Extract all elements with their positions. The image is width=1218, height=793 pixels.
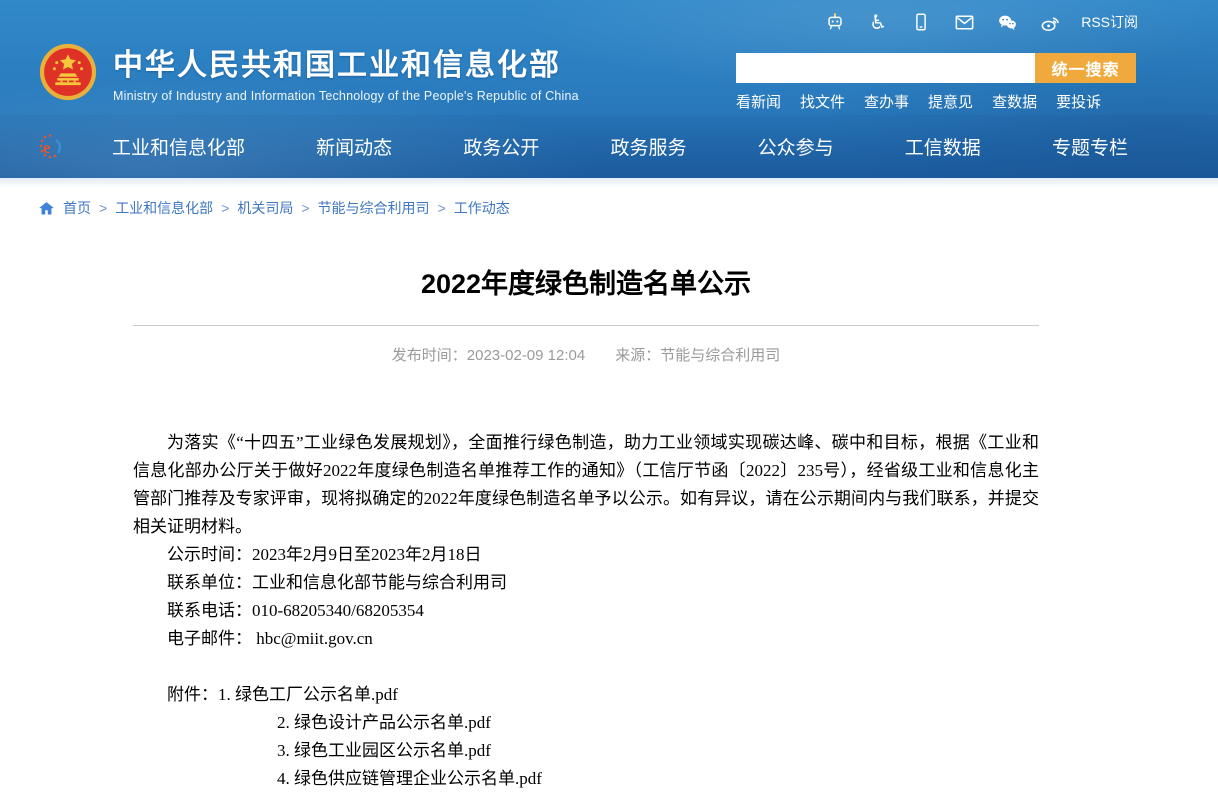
miit-e-logo-icon[interactable]: e [38, 132, 64, 162]
article-paragraph: 为落实《“十四五”工业绿色发展规划》，全面推行绿色制造，助力工业领域实现碳达峰、… [133, 429, 1039, 541]
breadcrumb-separator: > [301, 200, 309, 216]
attachment-link[interactable]: 1. 绿色工厂公示名单.pdf [218, 685, 398, 704]
main-nav: e 工业和信息化部 新闻动态 政务公开 政务服务 公众参与 工信数据 专题专栏 [0, 115, 1218, 178]
attachment-link[interactable]: 2. 绿色设计产品公示名单.pdf [133, 709, 1039, 737]
article: 2022年度绿色制造名单公示 发布时间：2023-02-09 12:04 来源：节… [133, 262, 1039, 793]
info-line: 联系单位：工业和信息化部节能与综合利用司 [133, 569, 1039, 597]
nav-item[interactable]: 公众参与 [758, 133, 834, 160]
weibo-icon[interactable] [1038, 10, 1062, 34]
nav-item[interactable]: 专题专栏 [1052, 133, 1128, 160]
home-icon[interactable] [38, 200, 55, 217]
svg-text:e: e [43, 138, 51, 157]
accessibility-icon[interactable]: ♿ [866, 10, 890, 34]
article-info-lines: 公示时间：2023年2月9日至2023年2月18日联系单位：工业和信息化部节能与… [133, 541, 1039, 653]
attachment-link[interactable]: 3. 绿色工业园区公示名单.pdf [133, 737, 1039, 765]
source-value: 节能与综合利用司 [660, 347, 780, 364]
attachments-label: 附件： [167, 685, 218, 704]
article-body: 为落实《“十四五”工业绿色发展规划》，全面推行绿色制造，助力工业领域实现碳达峰、… [133, 429, 1039, 793]
rss-subscribe-link[interactable]: RSS订阅 [1081, 12, 1138, 32]
search-bar: 统一搜索 [736, 53, 1136, 83]
site-header: ♿ [0, 0, 1218, 178]
quick-link[interactable]: 找文件 [800, 91, 845, 112]
search-button[interactable]: 统一搜索 [1035, 53, 1136, 83]
quick-link[interactable]: 提意见 [928, 91, 973, 112]
nav-item[interactable]: 政务公开 [463, 133, 539, 160]
nav-item[interactable]: 工业和信息化部 [112, 133, 245, 160]
wechat-icon[interactable] [995, 10, 1019, 34]
attachment-list: 2. 绿色设计产品公示名单.pdf3. 绿色工业园区公示名单.pdf4. 绿色供… [133, 709, 1039, 793]
breadcrumb-separator: > [99, 200, 107, 216]
breadcrumb-link[interactable]: 节能与综合利用司 [318, 198, 430, 218]
title-divider [133, 325, 1039, 326]
header-shadow [0, 178, 1218, 188]
attachments: 附件：1. 绿色工厂公示名单.pdf 2. 绿色设计产品公示名单.pdf3. 绿… [133, 681, 1039, 793]
breadcrumb-separator: > [438, 200, 446, 216]
mail-icon[interactable] [952, 10, 976, 34]
attachment-first-line: 附件：1. 绿色工厂公示名单.pdf [133, 681, 1039, 709]
quick-link[interactable]: 要投诉 [1056, 91, 1101, 112]
nav-item[interactable]: 新闻动态 [316, 133, 392, 160]
search-area: 统一搜索 看新闻找文件查办事提意见查数据要投诉 [736, 53, 1136, 112]
nav-item[interactable]: 工信数据 [905, 133, 981, 160]
site-logo[interactable]: 中华人民共和国工业和信息化部 Ministry of Industry and … [38, 40, 579, 103]
breadcrumb-link[interactable]: 工业和信息化部 [115, 198, 213, 218]
article-meta: 发布时间：2023-02-09 12:04 来源：节能与综合利用司 [133, 344, 1039, 365]
assistant-robot-icon[interactable] [823, 10, 847, 34]
breadcrumb-link[interactable]: 机关司局 [237, 198, 293, 218]
publish-time: 2023-02-09 12:04 [467, 347, 585, 364]
breadcrumb-separator: > [221, 200, 229, 216]
mobile-icon[interactable] [909, 10, 933, 34]
site-title-block: 中华人民共和国工业和信息化部 Ministry of Industry and … [113, 40, 579, 103]
attachment-link[interactable]: 4. 绿色供应链管理企业公示名单.pdf [133, 765, 1039, 793]
breadcrumb: 首页 > 工业和信息化部 > 机关司局 > 节能与综合利用司 > 工作动态 [0, 188, 1218, 218]
header-utility-icons: ♿ [823, 8, 1138, 36]
nav-menu: 工业和信息化部 新闻动态 政务公开 政务服务 公众参与 工信数据 专题专栏 [112, 133, 1128, 160]
site-subtitle: Ministry of Industry and Information Tec… [113, 89, 579, 103]
info-line: 公示时间：2023年2月9日至2023年2月18日 [133, 541, 1039, 569]
quick-link[interactable]: 看新闻 [736, 91, 781, 112]
quick-link[interactable]: 查数据 [992, 91, 1037, 112]
quick-link[interactable]: 查办事 [864, 91, 909, 112]
quick-links: 看新闻找文件查办事提意见查数据要投诉 [736, 91, 1136, 112]
nav-item[interactable]: 政务服务 [610, 133, 686, 160]
source-label: 来源： [615, 347, 660, 364]
breadcrumb-link[interactable]: 工作动态 [454, 198, 510, 218]
breadcrumb-link[interactable]: 首页 [63, 198, 91, 218]
search-input[interactable] [736, 53, 1035, 83]
breadcrumb-trail: 首页 > 工业和信息化部 > 机关司局 > 节能与综合利用司 > 工作动态 [63, 198, 510, 218]
info-line: 电子邮件： hbc@miit.gov.cn [133, 625, 1039, 653]
national-emblem-icon [38, 42, 98, 102]
publish-time-label: 发布时间： [392, 347, 467, 364]
article-title: 2022年度绿色制造名单公示 [133, 262, 1039, 301]
info-line: 联系电话：010-68205340/68205354 [133, 597, 1039, 625]
site-title: 中华人民共和国工业和信息化部 [113, 40, 579, 84]
